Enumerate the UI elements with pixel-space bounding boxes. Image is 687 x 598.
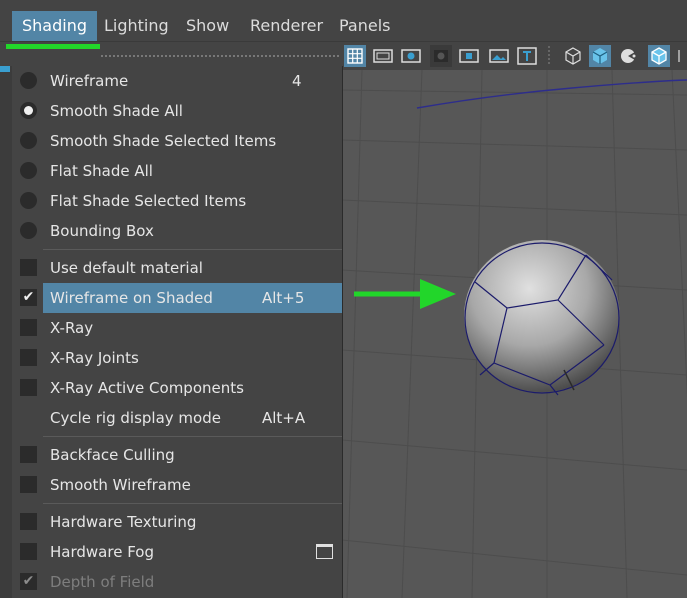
checkmark-icon: ✔ xyxy=(20,573,37,590)
safe-title-icon[interactable] xyxy=(516,45,538,67)
checkbox-icon xyxy=(20,379,37,396)
menu-separator xyxy=(43,503,342,504)
menu-item-depth-of-field: ✔ Depth of Field xyxy=(12,567,342,597)
panel-indicator xyxy=(0,66,10,72)
menu-item-wireframe-on-shaded[interactable]: Wireframe on Shaded Alt+5 xyxy=(43,283,342,313)
menu-separator xyxy=(43,249,342,250)
menu-item-wireframe[interactable]: Wireframe 4 xyxy=(12,66,342,96)
annotation-arrow-icon xyxy=(354,279,456,309)
menu-separator xyxy=(43,436,342,437)
wireframe-cube-icon[interactable] xyxy=(562,45,584,67)
menu-panels[interactable]: Panels xyxy=(329,11,401,41)
menu-item-hardware-fog[interactable]: Hardware Fog xyxy=(12,537,342,567)
menu-item-smooth-wireframe[interactable]: Smooth Wireframe xyxy=(12,470,342,500)
checkbox-icon xyxy=(20,543,37,560)
field-chart-icon[interactable] xyxy=(458,45,480,67)
option-box-icon[interactable] xyxy=(316,544,333,559)
menu-item-flat-shade-all[interactable]: Flat Shade All xyxy=(12,156,342,186)
grid-icon[interactable] xyxy=(344,45,366,67)
checkbox-icon xyxy=(20,349,37,366)
menu-bar: Shading Lighting Show Renderer Panels xyxy=(0,0,687,42)
menu-renderer[interactable]: Renderer xyxy=(240,11,333,41)
checkbox-icon xyxy=(20,319,37,336)
radio-icon xyxy=(20,132,37,149)
radio-icon xyxy=(20,192,37,209)
toolbar-separator xyxy=(546,45,552,67)
menu-shading[interactable]: Shading xyxy=(12,11,97,41)
left-panel-strip xyxy=(0,66,12,598)
checkbox-icon xyxy=(20,259,37,276)
film-gate-icon[interactable] xyxy=(372,45,394,67)
menu-item-smooth-shade-all[interactable]: Smooth Shade All xyxy=(12,96,342,126)
radio-icon xyxy=(20,222,37,239)
radio-icon xyxy=(20,162,37,179)
menu-lighting[interactable]: Lighting xyxy=(94,11,179,41)
image-plane-icon[interactable] xyxy=(488,45,510,67)
menu-item-flat-shade-selected[interactable]: Flat Shade Selected Items xyxy=(12,186,342,216)
menu-item-backface-culling[interactable]: Backface Culling xyxy=(12,440,342,470)
menu-item-hardware-texturing[interactable]: Hardware Texturing xyxy=(12,507,342,537)
smooth-shade-cube-icon[interactable] xyxy=(589,45,611,67)
menu-item-xray-active-components[interactable]: X-Ray Active Components xyxy=(12,373,342,403)
shading-menu: Wireframe 4 Smooth Shade All Smooth Shad… xyxy=(12,66,343,598)
more-icon[interactable] xyxy=(674,45,687,67)
checkmark-icon: ✔ xyxy=(20,289,37,306)
menu-item-xray[interactable]: X-Ray xyxy=(12,313,342,343)
menu-item-smooth-shade-selected[interactable]: Smooth Shade Selected Items xyxy=(12,126,342,156)
toolbar-grip[interactable] xyxy=(100,54,340,58)
menu-item-use-default-material[interactable]: Use default material xyxy=(12,253,342,283)
lighting-icon[interactable] xyxy=(617,45,639,67)
gate-mask-icon[interactable] xyxy=(430,45,452,67)
menu-show[interactable]: Show xyxy=(176,11,239,41)
checkbox-cell: ✔ xyxy=(12,283,43,313)
checkbox-icon xyxy=(20,513,37,530)
resolution-gate-icon[interactable] xyxy=(400,45,422,67)
wireframe-on-shaded-cube-icon[interactable] xyxy=(648,45,670,67)
annotation-underline xyxy=(6,44,100,49)
sphere-mesh xyxy=(464,240,620,396)
checkbox-icon xyxy=(20,476,37,493)
menu-item-bounding-box[interactable]: Bounding Box xyxy=(12,216,342,246)
menu-item-xray-joints[interactable]: X-Ray Joints xyxy=(12,343,342,373)
radio-icon xyxy=(20,72,37,89)
radio-selected-icon xyxy=(20,102,37,119)
checkbox-icon xyxy=(20,446,37,463)
3d-viewport[interactable] xyxy=(342,70,687,598)
menu-item-cycle-rig-display[interactable]: Cycle rig display mode Alt+A xyxy=(12,403,342,433)
